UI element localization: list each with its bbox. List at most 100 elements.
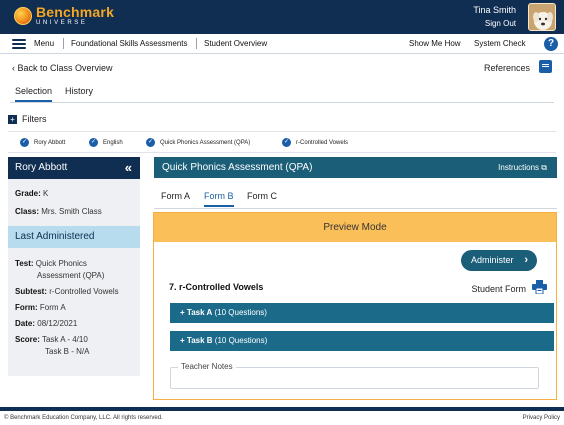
task-b-accordion[interactable]: + Task B (10 Questions) [170, 331, 554, 351]
benchmark-logo[interactable]: Benchmark UNIVERSE [14, 5, 114, 26]
subtest-value: r-Controlled Vowels [49, 287, 119, 296]
check-icon: ✓ [89, 138, 98, 147]
date-row: Date: 08/12/2021 [8, 318, 140, 330]
chip-label: Quick Phonics Assessment (QPA) [160, 139, 251, 146]
section-title: 7. r-Controlled Vowels [169, 282, 264, 292]
student-info-panel: Rory Abbott « Grade: K Class: Mrs. Smith… [8, 157, 140, 376]
tab-form-c[interactable]: Form C [247, 191, 277, 201]
filters-toggle[interactable]: + Filters [8, 114, 47, 124]
help-icon[interactable]: ? [544, 37, 558, 51]
administer-button[interactable]: Administer › [461, 250, 537, 271]
score-task-b: Task B - N/A [45, 347, 90, 356]
filter-chip-language[interactable]: ✓ English [89, 138, 123, 147]
copyright-text: © Benchmark Education Company, LLC. All … [4, 415, 163, 421]
privacy-policy-link[interactable]: Privacy Policy [523, 415, 560, 421]
divider [8, 131, 556, 132]
form-row: Form: Form A [8, 302, 140, 314]
score-task-a: Task A - 4/10 [41, 335, 88, 344]
collapse-panel-icon[interactable]: « [125, 160, 132, 175]
nav-bar: Menu Foundational Skills Assessments Stu… [0, 34, 564, 54]
test-value: Quick Phonics [35, 259, 87, 268]
student-panel-header: Rory Abbott « [8, 157, 140, 179]
expand-plus-icon: + [180, 336, 185, 345]
preview-mode-banner: Preview Mode [154, 213, 556, 242]
logo-subtitle: UNIVERSE [36, 20, 88, 26]
check-icon: ✓ [146, 138, 155, 147]
administer-label: Administer [471, 255, 514, 265]
tab-selection[interactable]: Selection [15, 86, 53, 102]
tab-history[interactable]: History [65, 86, 93, 96]
logo-title: Benchmark [36, 4, 115, 20]
top-header: Benchmark UNIVERSE Tina Smith Sign Out [0, 0, 564, 34]
check-icon: ✓ [282, 138, 291, 147]
task-name: Task A [186, 308, 213, 317]
assessment-title: Quick Phonics Assessment (QPA) [162, 162, 313, 173]
form-label: Form: [15, 303, 38, 312]
system-check-link[interactable]: System Check [474, 39, 526, 48]
grade-value: K [43, 189, 49, 198]
student-name: Rory Abbott [15, 162, 68, 173]
filter-chip-assessment[interactable]: ✓ Quick Phonics Assessment (QPA) [146, 138, 250, 147]
menu-hamburger-icon[interactable] [12, 39, 26, 49]
back-to-class-overview[interactable]: ‹ Back to Class Overview [12, 63, 113, 73]
instructions-link[interactable]: Instructions ⧉ [498, 163, 547, 173]
logo-globe-icon [14, 6, 32, 25]
nav-divider [196, 38, 197, 49]
instructions-label: Instructions [498, 163, 540, 172]
chip-label: Rory Abbott [34, 139, 66, 146]
printer-icon[interactable] [532, 280, 547, 295]
form-value: Form A [39, 303, 66, 312]
last-administered-header: Last Administered [8, 226, 140, 248]
subtest-label: Subtest: [15, 287, 47, 296]
score-row: Score: Task A - 4/10 [8, 334, 140, 346]
class-value: Mrs. Smith Class [41, 207, 102, 216]
teacher-notes-field[interactable]: Teacher Notes [170, 362, 539, 389]
grade-label: Grade: [15, 189, 41, 198]
task-name: Task B [186, 336, 213, 345]
chip-label: r-Controlled Vowels [296, 139, 349, 146]
student-form-link[interactable]: Student Form [471, 284, 526, 294]
filter-chip-student[interactable]: ✓ Rory Abbott [20, 138, 65, 147]
preview-panel: Preview Mode Administer › 7. r-Controlle… [153, 212, 557, 400]
filters-label: Filters [22, 114, 47, 124]
teacher-notes-label: Teacher Notes [178, 362, 236, 371]
nav-foundational-skills[interactable]: Foundational Skills Assessments [71, 39, 188, 48]
user-name: Tina Smith [473, 5, 516, 15]
nav-divider [63, 38, 64, 49]
filter-chip-subtest[interactable]: ✓ r-Controlled Vowels [282, 138, 348, 147]
form-tabs-divider [154, 208, 557, 209]
task-a-accordion[interactable]: + Task A (10 Questions) [170, 303, 554, 323]
user-avatar[interactable] [528, 3, 556, 31]
subtest-row: Subtest: r-Controlled Vowels [8, 286, 140, 298]
nav-student-overview[interactable]: Student Overview [204, 39, 267, 48]
date-value: 08/12/2021 [37, 319, 78, 328]
class-row: Class: Mrs. Smith Class [8, 206, 140, 218]
task-detail: (10 Questions) [214, 308, 267, 317]
footer-bar [0, 407, 564, 411]
score-label: Score: [15, 335, 40, 344]
class-label: Class: [15, 207, 40, 216]
expand-plus-icon: + [180, 308, 185, 317]
divider [8, 152, 556, 153]
task-detail: (10 Questions) [214, 336, 268, 345]
test-row: Test: Quick Phonics [8, 258, 140, 270]
sign-out-link[interactable]: Sign Out [485, 19, 516, 28]
chevron-right-icon: › [524, 254, 528, 266]
menu-button[interactable]: Menu [34, 39, 54, 48]
check-icon: ✓ [20, 138, 29, 147]
references-label[interactable]: References [484, 63, 530, 73]
grade-row: Grade: K [8, 188, 140, 200]
external-link-icon: ⧉ [541, 163, 547, 172]
date-label: Date: [15, 319, 36, 328]
tab-form-a[interactable]: Form A [161, 191, 190, 201]
chip-label: English [103, 139, 123, 146]
references-icon[interactable] [539, 60, 552, 73]
tabs-divider [10, 102, 554, 103]
plus-icon: + [8, 114, 17, 124]
test-label: Test: [15, 259, 34, 268]
show-me-how-link[interactable]: Show Me How [409, 39, 461, 48]
back-label: Back to Class Overview [17, 63, 113, 73]
test-value-continued: Assessment (QPA) [37, 271, 105, 280]
assessment-header: Quick Phonics Assessment (QPA) Instructi… [154, 157, 557, 178]
tab-form-b[interactable]: Form B [204, 191, 234, 207]
